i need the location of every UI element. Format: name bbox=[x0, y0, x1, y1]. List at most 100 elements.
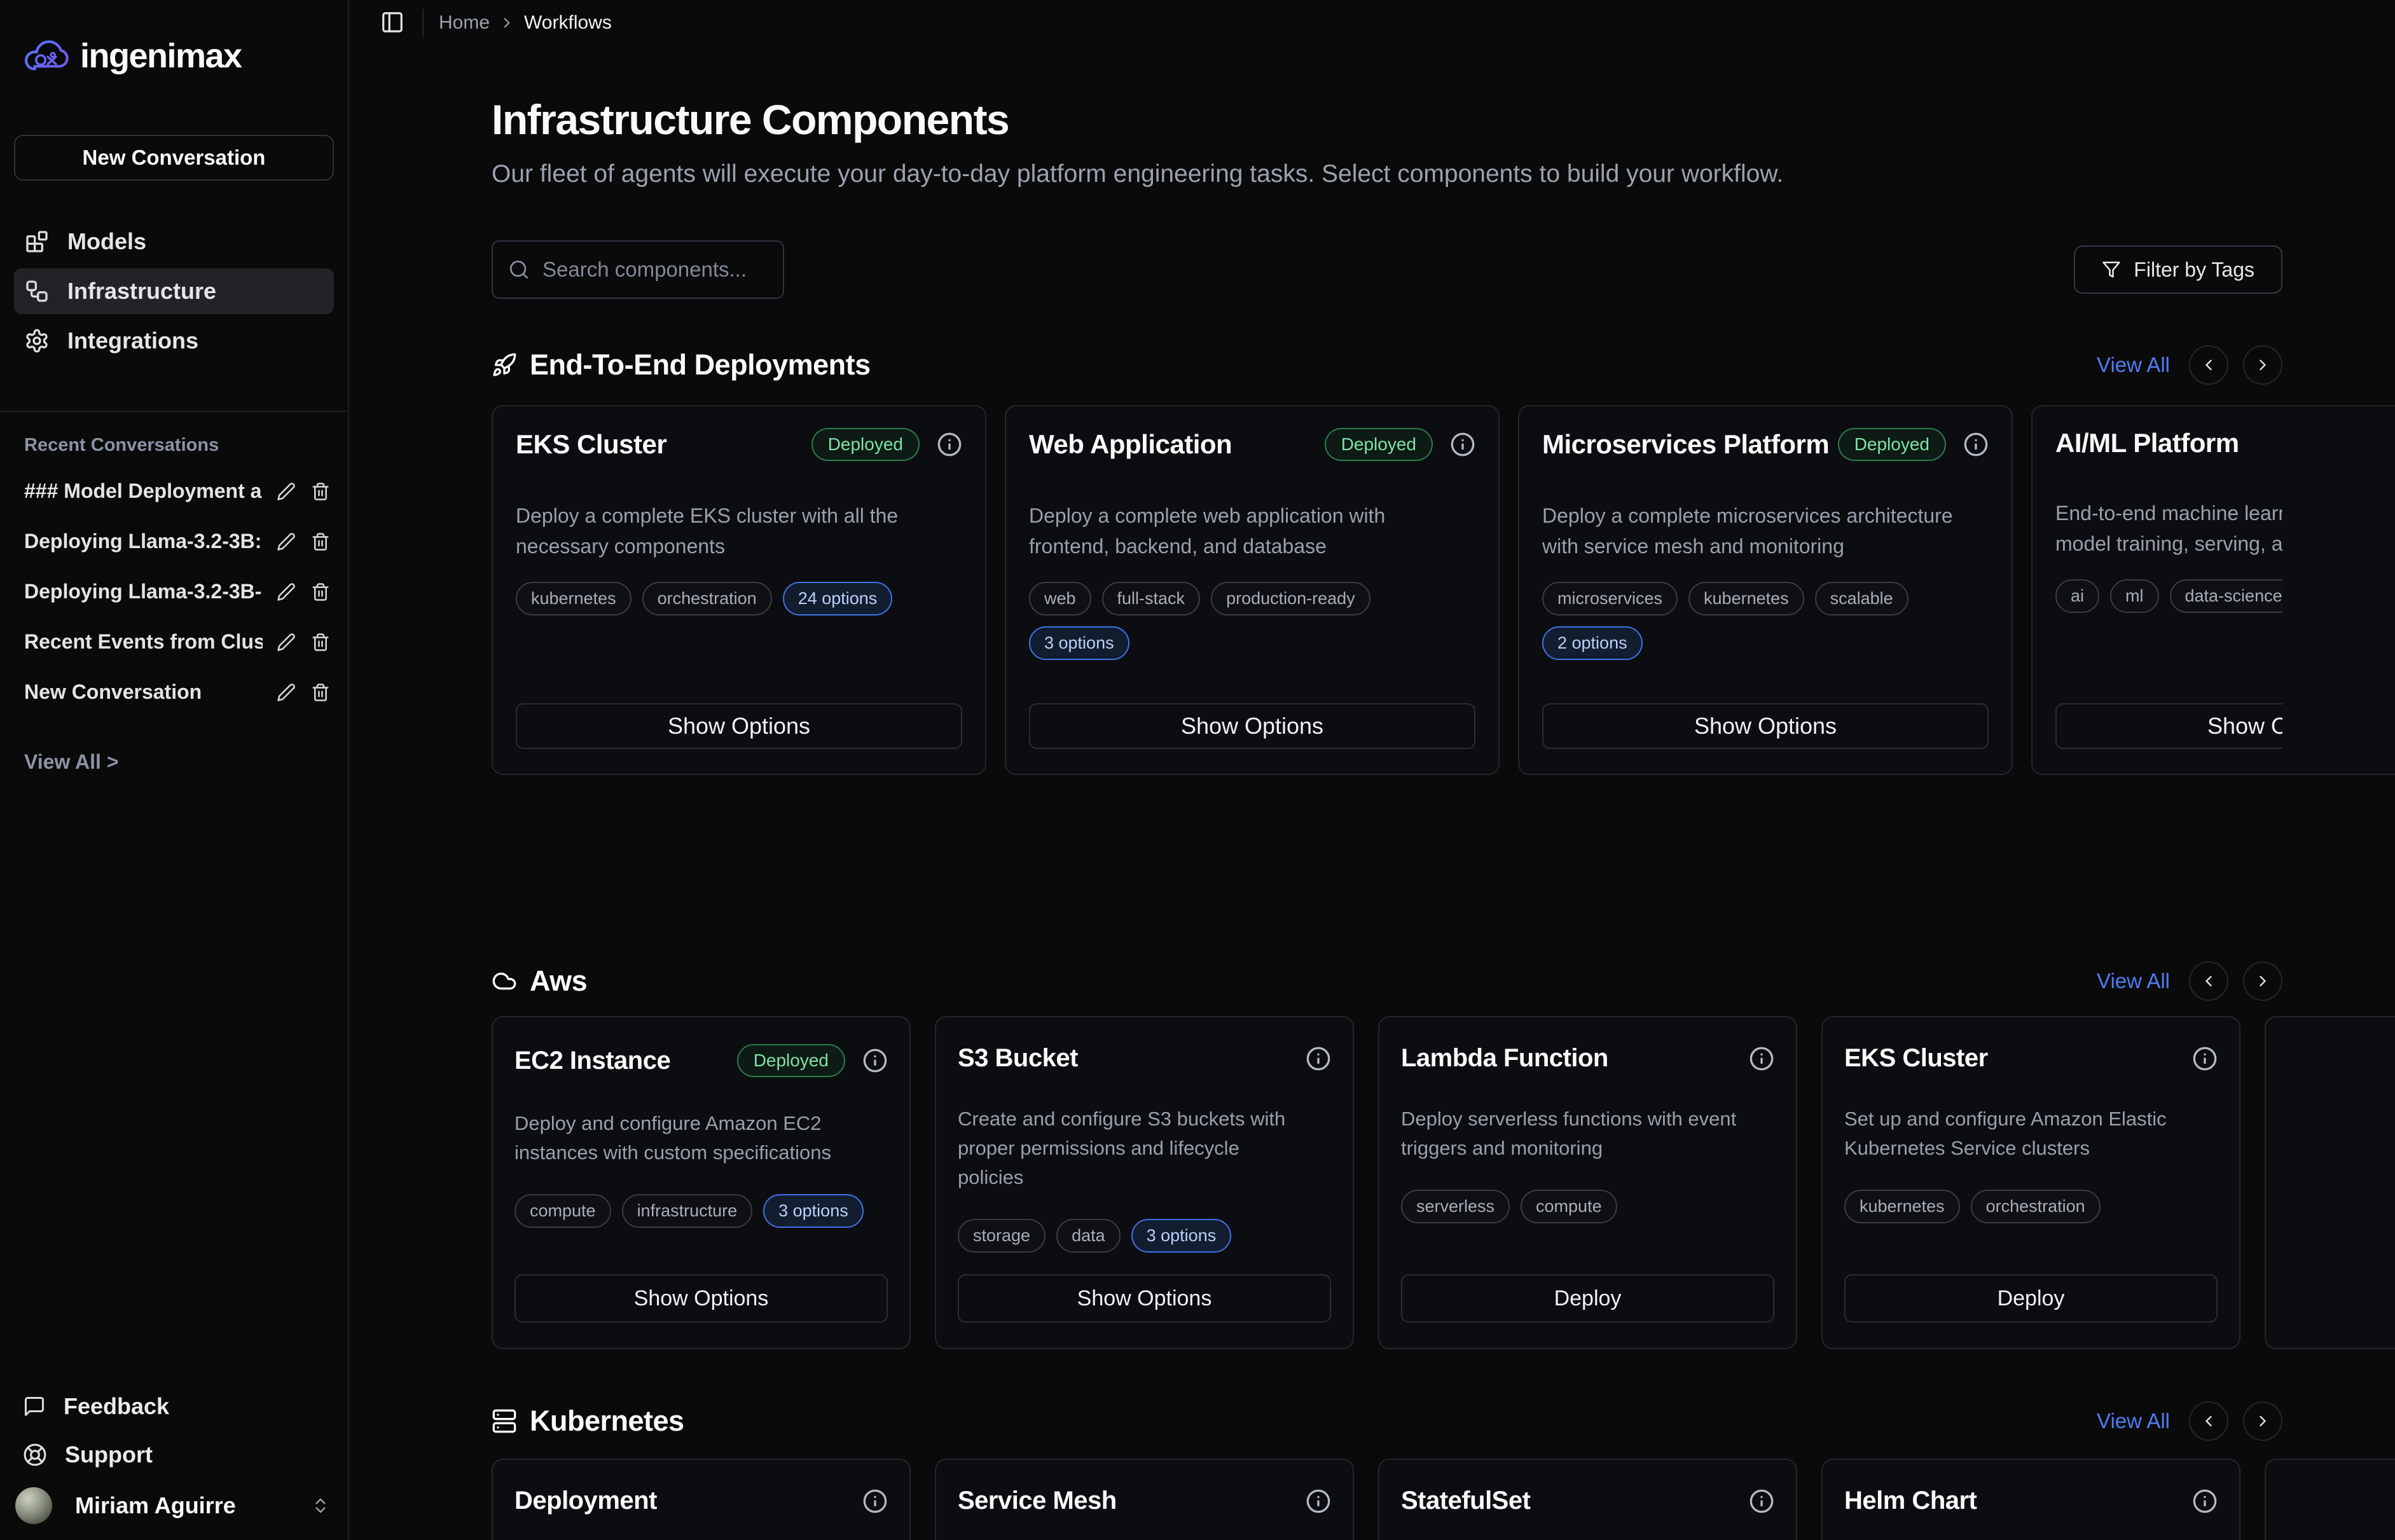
delete-conversation-button[interactable] bbox=[310, 481, 331, 502]
show-options-button[interactable]: Show Options bbox=[516, 703, 962, 749]
tag-pill[interactable]: microservices bbox=[1542, 582, 1678, 615]
user-menu[interactable]: Miriam Aguirre bbox=[0, 1479, 348, 1532]
filter-by-tags-button[interactable]: Filter by Tags bbox=[2074, 245, 2282, 294]
cards-row: EC2 InstanceDeployedDeploy and configure… bbox=[492, 1016, 2395, 1349]
new-conversation-button[interactable]: New Conversation bbox=[14, 135, 334, 181]
sidebar-item-infrastructure[interactable]: Infrastructure bbox=[14, 268, 334, 314]
sidebar-toggle-icon[interactable] bbox=[380, 10, 406, 36]
show-options-button[interactable]: Show Options bbox=[2055, 703, 2282, 749]
delete-conversation-button[interactable] bbox=[310, 631, 331, 653]
options-pill[interactable]: 3 options bbox=[1131, 1219, 1232, 1253]
edit-conversation-button[interactable] bbox=[275, 531, 297, 553]
options-pill[interactable]: 3 options bbox=[763, 1194, 864, 1228]
sidebar-view-all-link[interactable]: View All > bbox=[24, 750, 348, 774]
delete-conversation-button[interactable] bbox=[310, 531, 331, 553]
card: EKS ClusterSet up and configure Amazon E… bbox=[1821, 1016, 2240, 1349]
tag-pill[interactable]: full-stack bbox=[1102, 582, 1201, 615]
carousel-prev-button[interactable] bbox=[2189, 961, 2228, 1001]
tag-pill[interactable]: compute bbox=[1521, 1190, 1617, 1223]
tag-pill[interactable]: infrastructure bbox=[622, 1194, 753, 1228]
info-icon[interactable] bbox=[1749, 1046, 1774, 1071]
chevron-right-icon bbox=[499, 15, 515, 31]
edit-conversation-button[interactable] bbox=[275, 481, 297, 502]
tag-pill[interactable]: scalable bbox=[1815, 582, 1908, 615]
carousel-next-button[interactable] bbox=[2243, 961, 2282, 1001]
main-content: Home Workflows Infrastructure Components… bbox=[349, 0, 2395, 1540]
card: EKS ClusterDeployedDeploy a complete EKS… bbox=[492, 405, 986, 775]
info-icon[interactable] bbox=[1749, 1488, 1774, 1514]
card: Web ApplicationDeployedDeploy a complete… bbox=[1005, 405, 1500, 775]
conversation-item[interactable]: Recent Events from Cluster: a bbox=[24, 617, 331, 667]
edit-conversation-button[interactable] bbox=[275, 682, 297, 703]
tag-pill[interactable]: compute bbox=[514, 1194, 611, 1228]
info-icon[interactable] bbox=[1306, 1046, 1331, 1071]
delete-conversation-button[interactable] bbox=[310, 682, 331, 703]
card-partial bbox=[2265, 1016, 2395, 1349]
carousel-next-button[interactable] bbox=[2243, 1401, 2282, 1441]
logo: ingenimax bbox=[22, 36, 348, 76]
show-options-button[interactable]: Show Options bbox=[958, 1274, 1331, 1323]
models-icon bbox=[24, 229, 50, 254]
support-button[interactable]: Support bbox=[0, 1431, 348, 1479]
tag-pill[interactable]: orchestration bbox=[642, 582, 772, 615]
card-tags: kubernetes orchestration 24 options bbox=[516, 582, 962, 615]
topbar-divider bbox=[422, 9, 424, 37]
breadcrumb-home[interactable]: Home bbox=[439, 12, 490, 34]
conversation-item[interactable]: Deploying Llama-3.2-3B-Inst bbox=[24, 567, 331, 617]
carousel-prev-button[interactable] bbox=[2189, 345, 2228, 385]
conversation-item[interactable]: New Conversation bbox=[24, 667, 331, 717]
tag-pill[interactable]: kubernetes bbox=[1844, 1190, 1960, 1223]
view-all-link[interactable]: View All bbox=[2097, 1409, 2170, 1433]
pencil-icon bbox=[277, 532, 296, 551]
view-all-link[interactable]: View All bbox=[2097, 969, 2170, 993]
card-header: Lambda Function bbox=[1401, 1044, 1774, 1073]
conversation-item[interactable]: Deploying Llama-3.2-3B: Env bbox=[24, 516, 331, 567]
info-icon[interactable] bbox=[1963, 432, 1989, 457]
feedback-button[interactable]: Feedback bbox=[0, 1382, 348, 1431]
tag-pill[interactable]: ai bbox=[2055, 579, 2099, 613]
info-icon[interactable] bbox=[1306, 1488, 1331, 1514]
tag-pill[interactable]: kubernetes bbox=[516, 582, 632, 615]
sidebar-item-integrations[interactable]: Integrations bbox=[14, 318, 334, 364]
edit-conversation-button[interactable] bbox=[275, 631, 297, 653]
tag-pill[interactable]: data bbox=[1056, 1219, 1121, 1253]
carousel-prev-button[interactable] bbox=[2189, 1401, 2228, 1441]
deploy-button[interactable]: Deploy bbox=[1401, 1274, 1774, 1323]
card-tags: serverless compute bbox=[1401, 1190, 1774, 1223]
info-icon[interactable] bbox=[862, 1488, 888, 1514]
tag-pill[interactable]: orchestration bbox=[1971, 1190, 2101, 1223]
card-description: Deploy serverless functions with event t… bbox=[1401, 1104, 1774, 1163]
edit-conversation-button[interactable] bbox=[275, 581, 297, 603]
show-options-button[interactable]: Show Options bbox=[514, 1274, 888, 1323]
info-icon[interactable] bbox=[2192, 1488, 2218, 1514]
section-header: KubernetesView All bbox=[492, 1401, 2282, 1441]
sidebar-item-models[interactable]: Models bbox=[14, 219, 334, 265]
carousel-next-button[interactable] bbox=[2243, 345, 2282, 385]
sections-container: End-To-End DeploymentsView AllEKS Cluste… bbox=[492, 345, 2395, 1540]
delete-conversation-button[interactable] bbox=[310, 581, 331, 603]
conversation-item[interactable]: ### Model Deployment and F bbox=[24, 466, 331, 516]
info-icon[interactable] bbox=[1450, 432, 1475, 457]
tag-pill[interactable]: production-ready bbox=[1211, 582, 1370, 615]
card: S3 BucketCreate and configure S3 buckets… bbox=[935, 1016, 1354, 1349]
show-options-button[interactable]: Show Options bbox=[1542, 703, 1989, 749]
options-pill[interactable]: 2 options bbox=[1542, 626, 1643, 660]
info-icon[interactable] bbox=[2192, 1046, 2218, 1071]
view-all-link[interactable]: View All bbox=[2097, 353, 2170, 377]
options-pill[interactable]: 24 options bbox=[783, 582, 893, 615]
tag-pill[interactable]: data-science bbox=[2170, 579, 2282, 613]
search-input[interactable] bbox=[541, 257, 770, 282]
tag-pill[interactable]: serverless bbox=[1401, 1190, 1510, 1223]
deploy-button[interactable]: Deploy bbox=[1844, 1274, 2218, 1323]
tag-pill[interactable]: kubernetes bbox=[1688, 582, 1804, 615]
options-pill[interactable]: 3 options bbox=[1029, 626, 1129, 660]
show-options-button[interactable]: Show Options bbox=[1029, 703, 1475, 749]
tag-pill[interactable]: storage bbox=[958, 1219, 1046, 1253]
tag-pill[interactable]: web bbox=[1029, 582, 1091, 615]
info-icon[interactable] bbox=[862, 1048, 888, 1073]
info-icon[interactable] bbox=[937, 432, 962, 457]
tag-pill[interactable]: ml bbox=[2110, 579, 2159, 613]
card-header: StatefulSet bbox=[1401, 1487, 1774, 1515]
card-title: EKS Cluster bbox=[1844, 1044, 1988, 1073]
card: Service Mesh bbox=[935, 1459, 1354, 1540]
